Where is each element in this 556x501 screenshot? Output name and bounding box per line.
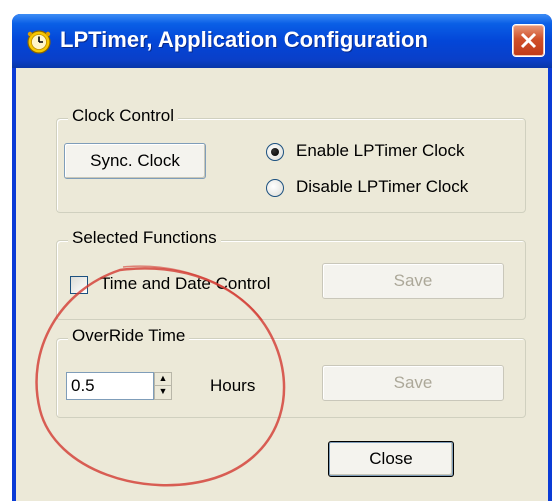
- stepper-up-icon[interactable]: ▲: [155, 373, 171, 386]
- enable-clock-radio[interactable]: [266, 143, 284, 161]
- override-time-legend: OverRide Time: [68, 326, 190, 346]
- disable-clock-label: Disable LPTimer Clock: [296, 177, 469, 196]
- selected-functions-legend: Selected Functions: [68, 228, 221, 248]
- radio-selected-dot: [271, 148, 279, 156]
- clock-icon: [27, 30, 51, 54]
- functions-save-button[interactable]: Save: [322, 263, 504, 299]
- time-date-label: Time and Date Control: [100, 274, 271, 293]
- close-button[interactable]: Close: [328, 441, 454, 477]
- override-unit-label: Hours: [210, 376, 256, 395]
- app-config-window: LPTimer, Application Configuration Clock…: [12, 14, 552, 501]
- sync-clock-button[interactable]: Sync. Clock: [64, 143, 206, 179]
- disable-clock-radio[interactable]: [266, 179, 284, 197]
- override-hours-stepper[interactable]: ▲ ▼: [154, 372, 172, 400]
- enable-clock-label: Enable LPTimer Clock: [296, 141, 465, 160]
- title-bar[interactable]: LPTimer, Application Configuration: [12, 14, 552, 68]
- clock-control-legend: Clock Control: [68, 106, 179, 126]
- close-icon: [520, 32, 537, 49]
- dialog-client-area: Clock Control Sync. Clock Enable LPTimer…: [16, 68, 548, 501]
- time-date-checkbox[interactable]: [70, 276, 88, 294]
- window-title: LPTimer, Application Configuration: [60, 27, 428, 52]
- override-hours-input[interactable]: 0.5: [66, 372, 154, 400]
- override-save-button[interactable]: Save: [322, 365, 504, 401]
- stepper-down-icon[interactable]: ▼: [155, 386, 171, 399]
- window-close-button[interactable]: [512, 24, 545, 57]
